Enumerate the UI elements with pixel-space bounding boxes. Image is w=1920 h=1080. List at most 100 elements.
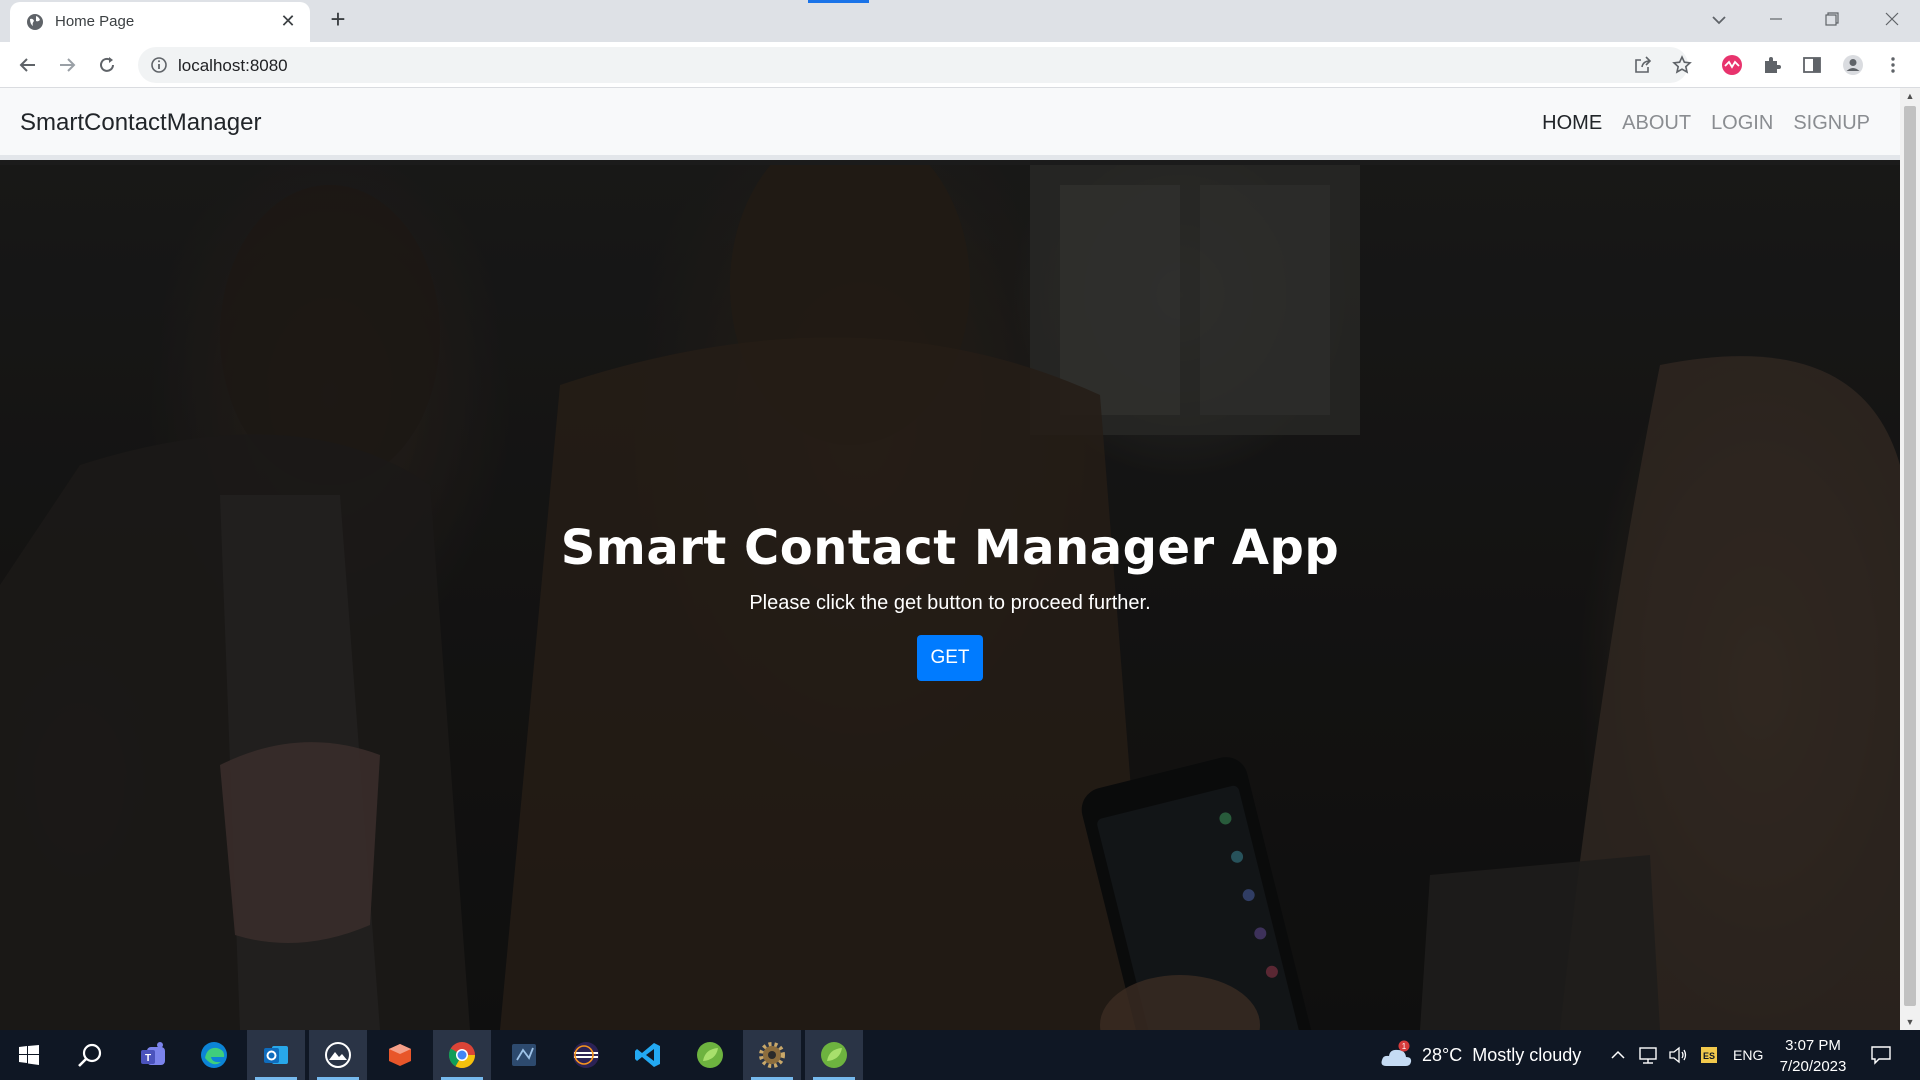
cloud-weather-icon: 1: [1381, 1040, 1412, 1066]
chrome-icon: [448, 1042, 476, 1069]
show-hidden-icons-button[interactable]: [1610, 1030, 1626, 1080]
start-button[interactable]: [0, 1030, 58, 1080]
close-window-button[interactable]: [1864, 4, 1920, 34]
side-panel-button[interactable]: [1797, 50, 1827, 80]
new-tab-button[interactable]: +: [325, 6, 351, 33]
notification-icon: [1871, 1046, 1891, 1065]
search-button[interactable]: [61, 1030, 119, 1080]
weather-alert-badge: 1: [1402, 1042, 1407, 1051]
edge-icon: [201, 1042, 227, 1068]
nav-links: HOME ABOUT LOGIN SIGNUP: [1542, 112, 1870, 135]
keyboard-layout-icon: ES: [1701, 1047, 1717, 1063]
globe-icon: [27, 14, 43, 30]
taskbar-spring-tools[interactable]: [681, 1030, 739, 1080]
arrow-right-icon: [60, 58, 76, 72]
taskbar-spring-tools-2[interactable]: [805, 1030, 863, 1080]
extensions-menu-button[interactable]: [1757, 50, 1787, 80]
forward-button[interactable]: [52, 50, 82, 80]
page-scrollbar[interactable]: ▲ ▼: [1900, 88, 1920, 1030]
svg-text:T: T: [145, 1053, 151, 1064]
navbar: SmartContactManager HOME ABOUT LOGIN SIG…: [0, 88, 1900, 160]
scroll-up-arrow[interactable]: ▲: [1900, 88, 1920, 104]
nav-link-signup[interactable]: SIGNUP: [1793, 112, 1870, 135]
language-indicator[interactable]: ENG: [1733, 1030, 1763, 1080]
browser-menu-button[interactable]: [1878, 50, 1908, 80]
weather-widget[interactable]: 1 28°C Mostly cloudy: [1380, 1030, 1581, 1080]
scroll-thumb[interactable]: [1904, 106, 1916, 1006]
taskbar-clock[interactable]: 3:07 PM 7/20/2023: [1776, 1035, 1850, 1077]
input-method-button[interactable]: ES: [1700, 1030, 1718, 1080]
windows-taskbar: T 1 28°C Mostly cloudy ES ENG 3:07 PM 7/…: [0, 1030, 1920, 1080]
share-button[interactable]: [1628, 50, 1658, 80]
taskbar-office[interactable]: [371, 1030, 429, 1080]
restore-icon: [1825, 12, 1839, 26]
get-button[interactable]: GET: [917, 635, 983, 681]
scroll-down-arrow[interactable]: ▼: [1900, 1014, 1920, 1030]
vscode-icon: [635, 1043, 660, 1067]
weather-temperature: 28°C: [1422, 1044, 1463, 1065]
close-tab-icon[interactable]: ✕: [278, 11, 298, 31]
restore-button[interactable]: [1804, 4, 1860, 34]
reload-icon: [100, 57, 114, 72]
hero-title: Smart Contact Manager App: [560, 520, 1340, 576]
notifications-button[interactable]: [1870, 1030, 1892, 1080]
close-icon: [1885, 12, 1899, 26]
share-icon: [1635, 56, 1652, 73]
avatar-icon: [1843, 55, 1863, 75]
hero-content: Smart Contact Manager App Please click t…: [0, 520, 1900, 681]
url-text: localhost:8080: [178, 56, 288, 75]
back-button[interactable]: [13, 50, 43, 80]
taskbar-outlook[interactable]: [247, 1030, 305, 1080]
taskbar-settings[interactable]: [743, 1030, 801, 1080]
minimize-button[interactable]: [1748, 4, 1804, 34]
info-icon[interactable]: [150, 56, 168, 74]
star-icon: [1672, 55, 1692, 74]
office-icon: [389, 1044, 411, 1066]
network-icon: [1639, 1047, 1657, 1064]
browser-tab-home[interactable]: Home Page ✕: [10, 2, 310, 42]
nav-link-about[interactable]: ABOUT: [1622, 112, 1691, 135]
taskbar-vscode[interactable]: [619, 1030, 677, 1080]
svg-text:ES: ES: [1703, 1051, 1715, 1061]
taskbar-eclipse[interactable]: [557, 1030, 615, 1080]
clock-date: 7/20/2023: [1779, 1058, 1847, 1075]
network-button[interactable]: [1638, 1030, 1660, 1080]
spring-tools-icon: [697, 1042, 723, 1068]
address-bar[interactable]: localhost:8080: [138, 47, 1688, 83]
extension-pink-icon: [1722, 55, 1742, 75]
taskbar-edge[interactable]: [185, 1030, 243, 1080]
windows-start-icon: [19, 1045, 39, 1065]
ide-icon: [512, 1044, 536, 1066]
taskbar-photos[interactable]: [309, 1030, 367, 1080]
extension-button[interactable]: [1717, 50, 1747, 80]
taskbar-ide[interactable]: [495, 1030, 553, 1080]
settings-gear-icon: [759, 1042, 785, 1068]
navbar-brand[interactable]: SmartContactManager: [20, 109, 261, 137]
volume-button[interactable]: [1668, 1030, 1688, 1080]
outlook-icon: [264, 1046, 288, 1064]
profile-button[interactable]: [1838, 50, 1868, 80]
hero-banner: Smart Contact Manager App Please click t…: [0, 165, 1900, 1030]
spring-tools-icon: [821, 1042, 847, 1068]
search-icon: [78, 1043, 102, 1067]
browser-toolbar: localhost:8080: [0, 42, 1920, 88]
bookmark-button[interactable]: [1667, 50, 1697, 80]
arrow-left-icon: [19, 58, 35, 72]
reload-button[interactable]: [92, 50, 122, 80]
taskbar-teams[interactable]: T: [124, 1030, 182, 1080]
nav-link-home[interactable]: HOME: [1542, 112, 1602, 135]
nav-link-login[interactable]: LOGIN: [1711, 112, 1773, 135]
chevron-up-icon: [1611, 1050, 1625, 1059]
tab-title: Home Page: [55, 13, 135, 30]
hero-subtitle: Please click the get button to proceed f…: [749, 592, 1151, 614]
browser-tab-strip: Home Page ✕ +: [0, 0, 1920, 42]
chevron-down-icon[interactable]: [1707, 8, 1731, 32]
eclipse-icon: [573, 1042, 599, 1068]
puzzle-icon: [1765, 57, 1781, 73]
minimize-icon: [1770, 18, 1782, 20]
photos-icon: [325, 1042, 351, 1068]
side-panel-icon: [1803, 57, 1821, 73]
taskbar-chrome[interactable]: [433, 1030, 491, 1080]
weather-condition: Mostly cloudy: [1472, 1044, 1582, 1065]
language-label: ENG: [1733, 1047, 1764, 1063]
